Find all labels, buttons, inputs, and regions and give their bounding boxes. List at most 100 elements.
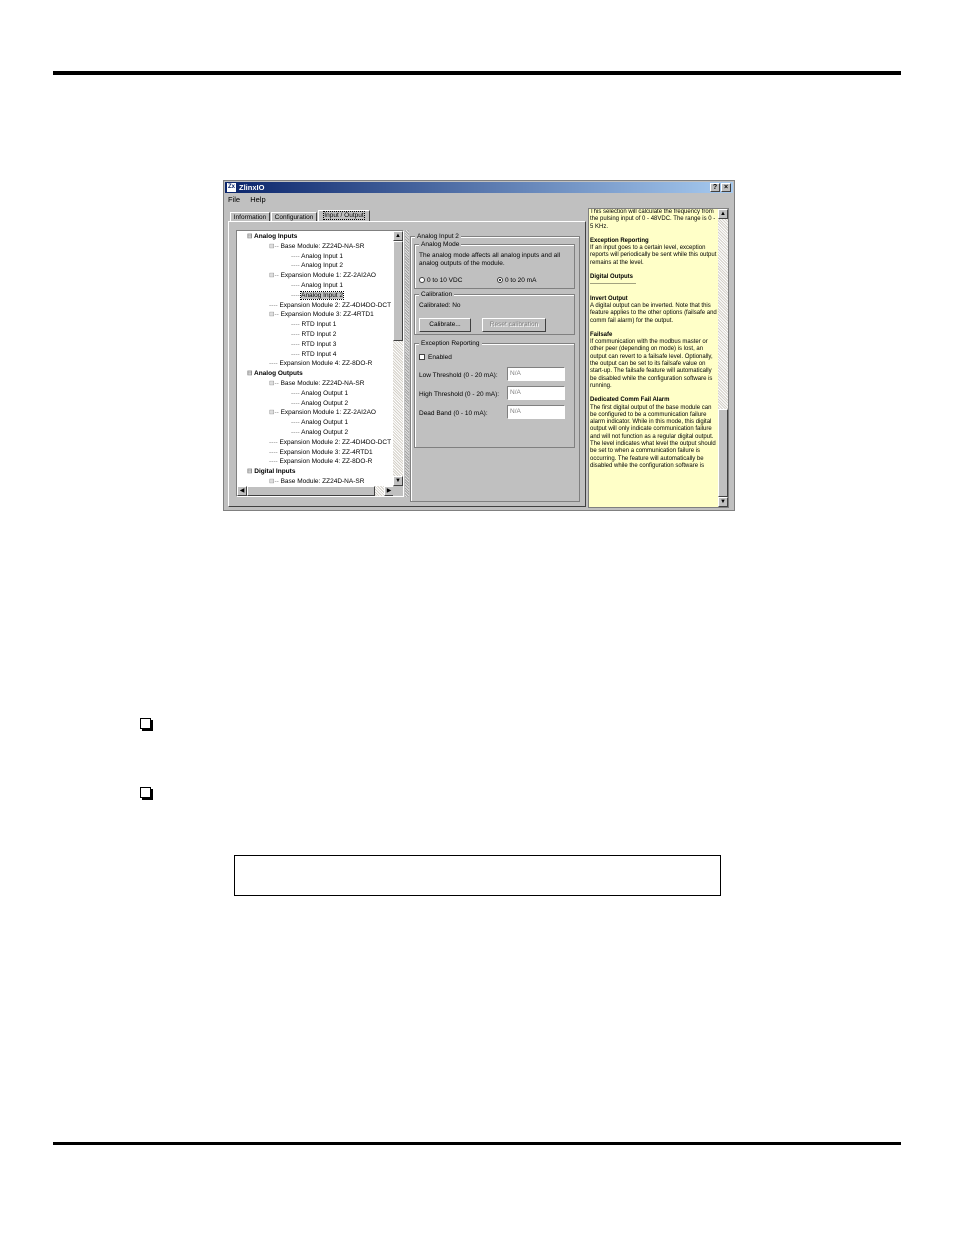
note-box <box>234 855 721 896</box>
tree-node[interactable]: ---- Analog Input 1 <box>291 281 343 290</box>
tree-node[interactable]: ---- Expansion Module 4: ZZ-8DO-R <box>269 359 372 368</box>
tree-node[interactable]: ---- Analog Output 1 <box>291 389 348 398</box>
help-pane: This selection will calculate the freque… <box>588 208 729 508</box>
tree-node-label: RTD Input 2 <box>301 331 337 338</box>
checkbox-icon <box>419 354 425 360</box>
tree-connector: ---- <box>269 438 280 446</box>
tree-node-label: Expansion Module 3: ZZ-4RTD1 <box>279 448 373 456</box>
help-scrollbar[interactable]: ▲ ▼ <box>718 209 728 507</box>
tree-node-label: Analog Inputs <box>254 233 298 240</box>
tree-horizontal-scrollbar[interactable]: ◀ ▶ <box>237 486 394 496</box>
tree-node[interactable]: ---- Expansion Module 4: ZZ-8DO-R <box>269 457 372 466</box>
help-scroll-down-icon[interactable]: ▼ <box>718 497 728 507</box>
help-paragraph: The first digital output of the base mod… <box>590 404 716 469</box>
tree-node-label: Expansion Module 1: ZZ-2AI2AO <box>280 409 376 417</box>
bullet-checkbox-2 <box>140 787 151 798</box>
bullet-checkbox-1 <box>140 718 151 729</box>
tree-node-label: Analog Input 1 <box>301 252 344 260</box>
exception-reporting-group: Exception Reporting Enabled Low Threshol… <box>414 339 575 448</box>
tree-node[interactable]: ⊟ Digital Inputs <box>247 467 295 476</box>
radio-0-20-ma[interactable]: 0 to 20 mA <box>497 277 536 285</box>
high-threshold-field[interactable]: N/A <box>507 386 565 400</box>
tree-node[interactable]: ⊟ Analog Inputs <box>247 232 297 241</box>
tree-node[interactable]: ⊟-- Expansion Module 1: ZZ-2AI2AO <box>269 408 376 417</box>
help-paragraph: If communication with the modbus master … <box>590 339 713 389</box>
tree-connector: ⊟ <box>247 370 255 378</box>
tree-node[interactable]: ⊟-- Expansion Module 1: ZZ-2AI2AO <box>269 271 376 280</box>
tree-vertical-scrollbar[interactable]: ▲ ▼ <box>393 231 403 486</box>
help-heading: Dedicated Comm Fail Alarm <box>590 397 670 404</box>
pane-splitter[interactable] <box>405 230 409 497</box>
tree-node[interactable]: ⊟ Analog Outputs <box>247 369 303 378</box>
tree-node-label: Expansion Module 4: ZZ-8DO-R <box>279 458 373 466</box>
tree-node[interactable]: ---- RTD Input 1 <box>291 320 336 329</box>
help-paragraph: A digital output can be inverted. Note t… <box>590 302 717 324</box>
tree-node-label: RTD Input 1 <box>301 321 337 329</box>
scroll-down-icon[interactable]: ▼ <box>393 476 403 486</box>
tree-node-label: Analog Input 2 <box>300 290 345 300</box>
footer-rule <box>53 1142 901 1145</box>
menu-file[interactable]: File <box>228 195 240 204</box>
radio-0-10-vdc[interactable]: 0 to 10 VDC <box>419 277 462 285</box>
menu-help[interactable]: Help <box>250 195 265 204</box>
low-threshold-field[interactable]: N/A <box>507 367 565 381</box>
module-tree[interactable]: ⊟ Analog Inputs ⊟-- Base Module: ZZ24D-NA… <box>236 230 404 497</box>
help-scroll-thumb[interactable] <box>718 409 728 497</box>
calibrate-button[interactable]: Calibrate... <box>419 318 471 332</box>
tree-connector: ---- <box>291 399 302 407</box>
tree-node[interactable]: ⊟-- Base Module: ZZ24D-NA-SR <box>269 477 364 486</box>
tree-node[interactable]: ---- Expansion Module 2: ZZ-4DI4DO-DCT <box>269 301 391 310</box>
tree-node[interactable]: ---- Analog Output 2 <box>291 428 348 437</box>
tree-connector: ---- <box>291 389 302 397</box>
menu-bar: File Help <box>228 195 274 205</box>
tree-connector: ⊟ <box>247 233 255 240</box>
tree-connector: ---- <box>291 419 302 427</box>
reset-calibration-button[interactable]: Reset calibration <box>482 318 546 332</box>
analog-mode-description: The analog mode affects all analog input… <box>419 252 561 267</box>
tree-connector: ---- <box>291 429 302 436</box>
tree-node[interactable]: ---- RTD Input 3 <box>291 340 336 349</box>
tree-node-label: Expansion Module 1: ZZ-2AI2AO <box>280 272 376 280</box>
tree-node[interactable]: ---- RTD Input 2 <box>291 330 336 339</box>
tab-input-output-label: Input / Output <box>323 211 365 220</box>
dead-band-field[interactable]: N/A <box>507 405 565 419</box>
tree-connector: ⊟-- <box>269 380 281 387</box>
tree-node[interactable]: ---- Analog Input 2 <box>291 290 345 300</box>
tree-node[interactable]: ---- Expansion Module 2: ZZ-4DI4DO-DCT <box>269 438 391 447</box>
tree-connector: ---- <box>291 262 302 270</box>
tree-node[interactable]: ⊟-- Base Module: ZZ24D-NA-SR <box>269 242 364 251</box>
tree-node[interactable]: ---- Analog Input 1 <box>291 252 343 261</box>
help-heading: Invert Output <box>590 295 628 302</box>
help-paragraph: ----------------------- <box>590 281 636 288</box>
tree-node-label: Base Module: ZZ24D-NA-SR <box>280 478 365 485</box>
close-button[interactable]: × <box>721 183 731 192</box>
tree-node[interactable]: ---- Analog Output 1 <box>291 418 348 427</box>
tree-node[interactable]: ---- Expansion Module 3: ZZ-4RTD1 <box>269 448 373 457</box>
tree-node-label: RTD Input 4 <box>301 350 337 358</box>
help-heading: Exception Reporting <box>590 237 649 244</box>
tree-node[interactable]: ⊟-- Expansion Module 3: ZZ-4RTD1 <box>269 310 374 319</box>
enabled-checkbox[interactable]: Enabled <box>419 354 452 362</box>
tree-hscroll-thumb[interactable] <box>247 486 375 496</box>
tree-node[interactable]: ---- RTD Input 4 <box>291 350 336 359</box>
tree-connector: ---- <box>291 350 302 358</box>
high-threshold-label: High Threshold (0 - 20 mA): <box>419 391 500 398</box>
help-scroll-up-icon[interactable]: ▲ <box>718 209 728 219</box>
app-window: Zx ZlinxIO ? × File Help Information Con… <box>223 180 735 511</box>
scroll-left-icon[interactable]: ◀ <box>237 486 247 496</box>
help-text: This selection will calculate the freque… <box>590 209 718 470</box>
tree-node[interactable]: ⊟-- Base Module: ZZ24D-NA-SR <box>269 379 364 388</box>
tree-scroll-thumb[interactable] <box>393 241 403 341</box>
tree-node-label: RTD Input 3 <box>301 340 337 348</box>
scroll-up-icon[interactable]: ▲ <box>393 231 403 241</box>
calibration-status: Calibrated: No <box>419 302 461 309</box>
tree-connector: ---- <box>269 448 280 456</box>
title-bar[interactable]: Zx ZlinxIO ? × <box>225 182 733 193</box>
tree-node-label: Expansion Module 4: ZZ-8DO-R <box>279 360 373 368</box>
tree-node[interactable]: ---- Analog Input 2 <box>291 261 343 270</box>
tree-node-label: Analog Input 2 <box>301 262 344 270</box>
tree-node[interactable]: ---- Analog Output 2 <box>291 399 348 408</box>
tree-node-label: Analog Input 1 <box>301 282 344 289</box>
tree-node-label: Digital Inputs <box>254 468 296 476</box>
help-button[interactable]: ? <box>710 183 720 192</box>
